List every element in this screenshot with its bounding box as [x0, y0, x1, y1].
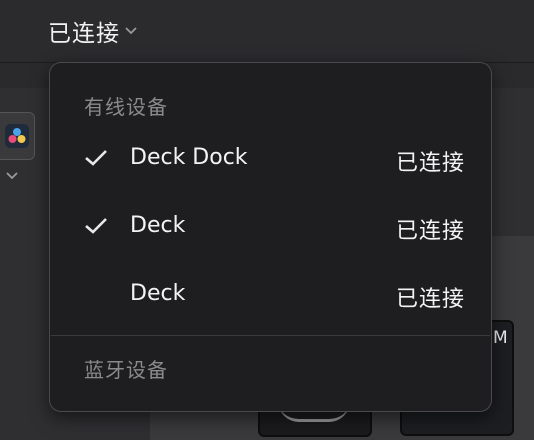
- connection-dropdown-toggle[interactable]: 已连接: [48, 14, 138, 48]
- device-row-deck[interactable]: Deck 已连接: [50, 203, 491, 251]
- device-name: Deck: [130, 281, 186, 306]
- bluetooth-devices-title: 蓝牙设备: [84, 358, 168, 382]
- connection-menu: 有线设备 Deck Dock 已连接 Deck 已连接 Deck 已连接 蓝牙设…: [49, 62, 492, 412]
- menu-divider: [51, 335, 490, 336]
- connection-label: 已连接: [48, 21, 120, 47]
- key-label: M: [493, 328, 508, 348]
- device-name: Deck: [130, 213, 186, 238]
- checkmark-icon: [85, 150, 107, 166]
- device-status: 已连接: [395, 151, 465, 176]
- top-bar: 已连接: [0, 0, 534, 63]
- wired-devices-title: 有线设备: [84, 95, 168, 119]
- device-status: 已连接: [395, 219, 465, 244]
- checkmark-icon: [85, 218, 107, 234]
- chevron-down-icon: [125, 27, 137, 35]
- device-status: 已连接: [395, 287, 465, 312]
- device-row-deck-2[interactable]: Deck 已连接: [50, 271, 491, 319]
- resolve-logo-icon: [5, 124, 29, 148]
- app-chevron-down-icon[interactable]: [4, 170, 20, 182]
- device-row-deck-dock[interactable]: Deck Dock 已连接: [50, 135, 491, 183]
- device-name: Deck Dock: [130, 145, 248, 170]
- app-logo-tile[interactable]: [0, 112, 35, 160]
